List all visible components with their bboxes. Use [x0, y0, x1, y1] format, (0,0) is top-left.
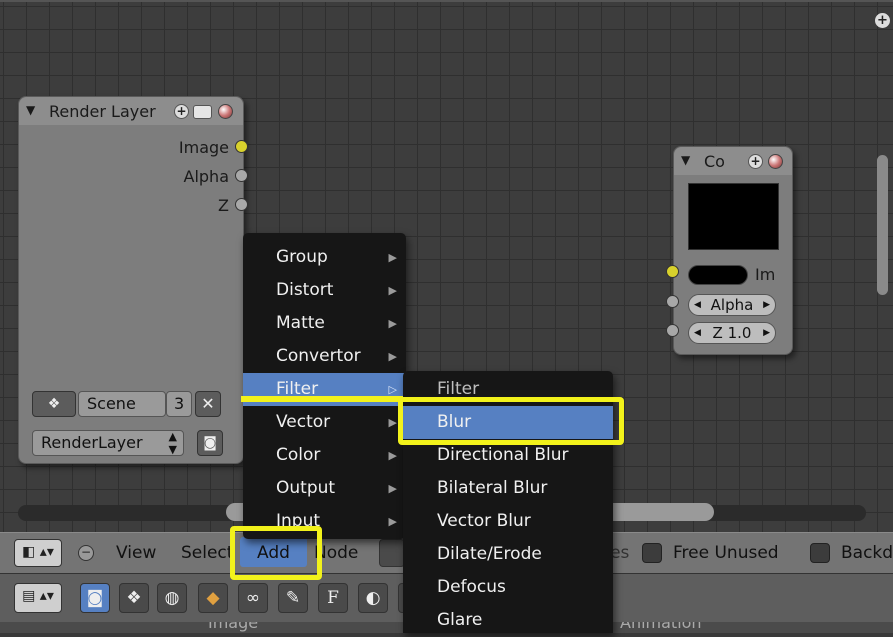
- editor-type-button[interactable]: ▤ ▴▾: [14, 583, 62, 613]
- backdrop-label: Backd: [841, 543, 893, 563]
- node-title: Render Layer: [49, 102, 156, 121]
- node-tree-type-icon[interactable]: [379, 539, 405, 567]
- material-ball-icon[interactable]: [218, 104, 233, 119]
- render-layers-icon[interactable]: ❖: [119, 583, 149, 613]
- unlink-x-icon[interactable]: ✕: [195, 391, 221, 417]
- z-input-socket[interactable]: [666, 324, 679, 337]
- material-ball-icon[interactable]: [768, 154, 783, 169]
- z-output-socket[interactable]: [235, 198, 248, 211]
- menu-item-vector[interactable]: Vector ▶: [243, 406, 406, 439]
- menu-item-bilateral-blur[interactable]: Bilateral Blur: [403, 472, 613, 505]
- menu-item-label: Distort: [276, 280, 334, 300]
- menu-item-label: Output: [276, 478, 336, 498]
- submenu-arrow-icon: ▶: [388, 350, 397, 363]
- render-layer-select-value: RenderLayer: [41, 433, 143, 452]
- add-plus-icon[interactable]: +: [174, 104, 189, 119]
- menu-item-label: Vector Blur: [437, 511, 531, 531]
- updown-chevron-icon: ▲ ▼: [168, 430, 177, 456]
- region-expand-plus-icon[interactable]: +: [875, 13, 890, 28]
- menu-item-label: Convertor: [276, 346, 361, 366]
- z-input-value: Z 1.0: [712, 324, 752, 342]
- submenu-arrow-icon: ▶: [388, 416, 397, 429]
- image-input-color[interactable]: [688, 265, 748, 285]
- alpha-output-socket[interactable]: [235, 169, 248, 182]
- world-globe-icon[interactable]: ◍: [157, 583, 187, 613]
- left-arrow-icon: ◀: [694, 300, 701, 310]
- free-unused-label: Free Unused: [673, 543, 779, 563]
- submenu-arrow-icon: ▶: [388, 482, 397, 495]
- menu-item-label: Vector: [276, 412, 331, 432]
- strip-animation-label: Animation: [620, 622, 702, 632]
- submenu-arrow-icon: ▶: [388, 284, 397, 297]
- menu-item-glare[interactable]: Glare: [403, 604, 613, 637]
- menu-item-output[interactable]: Output ▶: [243, 472, 406, 505]
- left-arrow-icon: ◀: [694, 328, 701, 338]
- menu-item-label: Glare: [437, 610, 483, 630]
- render-camera-icon[interactable]: ◙: [197, 430, 223, 456]
- menu-item-dilate-erode[interactable]: Dilate/Erode: [403, 538, 613, 571]
- scene-field[interactable]: Scene: [78, 391, 166, 417]
- alpha-input-field[interactable]: ◀ Alpha ▶: [688, 294, 776, 316]
- collapse-menus-icon[interactable]: −: [78, 545, 94, 561]
- alpha-input-socket[interactable]: [666, 295, 679, 308]
- composite-preview: [688, 183, 779, 250]
- modifier-wrench-icon[interactable]: ✎: [278, 583, 308, 613]
- menu-item-group[interactable]: Group ▶: [243, 241, 406, 274]
- add-highlight-box: [230, 526, 322, 580]
- menu-item-label: Color: [276, 445, 321, 465]
- submenu-arrow-icon: ▶: [388, 449, 397, 462]
- image-input-socket[interactable]: [666, 265, 679, 278]
- menu-item-matte[interactable]: Matte ▶: [243, 307, 406, 340]
- render-camera-icon[interactable]: ◙: [80, 583, 110, 613]
- render-layer-node[interactable]: ▼ Render Layer + Image Alpha Z ❖ Scene 3…: [18, 96, 244, 464]
- right-arrow-icon: ▶: [763, 300, 770, 310]
- submenu-arrow-icon: ▶: [388, 515, 397, 528]
- composite-node[interactable]: ▼ Co + Im ◀ Alpha ▶ ◀ Z 1.0 ▶: [673, 146, 793, 355]
- blur-highlight-box: [398, 397, 624, 445]
- image-output-socket[interactable]: [235, 140, 248, 153]
- submenu-arrow-icon: ▶: [388, 251, 397, 264]
- scene-type-icon[interactable]: ❖: [32, 391, 76, 417]
- right-arrow-icon: ▶: [763, 328, 770, 338]
- output-label-alpha: Alpha: [183, 167, 230, 186]
- vertical-scrollbar[interactable]: [877, 155, 888, 295]
- collapse-triangle-icon[interactable]: ▼: [681, 153, 690, 167]
- free-unused-checkbox[interactable]: [642, 543, 662, 563]
- menu-item-vector-blur[interactable]: Vector Blur: [403, 505, 613, 538]
- add-menu-popup: Group ▶ Distort ▶ Matte ▶ Convertor ▶ Fi…: [243, 233, 406, 539]
- scene-users-count: 3: [166, 391, 192, 417]
- select-menu[interactable]: Select: [181, 543, 233, 563]
- menu-item-color[interactable]: Color ▶: [243, 439, 406, 472]
- alpha-input-value: Alpha: [710, 296, 754, 314]
- menu-item-label: Matte: [276, 313, 325, 333]
- constraints-link-icon[interactable]: ∞: [238, 583, 268, 613]
- preview-toggle-icon[interactable]: [193, 105, 212, 119]
- menu-item-label: Group: [276, 247, 328, 267]
- render-layer-select[interactable]: RenderLayer ▲ ▼: [32, 430, 184, 456]
- collapse-triangle-icon[interactable]: ▼: [26, 103, 35, 117]
- z-input-field[interactable]: ◀ Z 1.0 ▶: [688, 322, 776, 344]
- menu-item-distort[interactable]: Distort ▶: [243, 274, 406, 307]
- output-label-image: Image: [178, 138, 229, 157]
- view-menu[interactable]: View: [116, 543, 156, 563]
- menu-item-defocus[interactable]: Defocus: [403, 571, 613, 604]
- image-input-label: Im: [755, 265, 776, 284]
- backdrop-checkbox[interactable]: [810, 543, 830, 563]
- object-data-f-icon[interactable]: F: [318, 583, 348, 613]
- menu-item-label: Dilate/Erode: [437, 544, 542, 564]
- output-label-z: Z: [218, 196, 229, 215]
- submenu-arrow-icon: ▶: [388, 317, 397, 330]
- strip-image-label: Image: [208, 622, 259, 632]
- editor-type-button[interactable]: ◧ ▴▾: [14, 539, 62, 567]
- add-plus-icon[interactable]: +: [748, 154, 763, 169]
- object-cube-icon[interactable]: ◆: [198, 583, 228, 613]
- material-ball-icon[interactable]: ◐: [358, 583, 388, 613]
- menu-item-label: Defocus: [437, 577, 506, 597]
- menu-item-label: Bilateral Blur: [437, 478, 548, 498]
- node-title: Co: [704, 152, 725, 171]
- filter-highlight-line: [241, 396, 403, 402]
- menu-item-convertor[interactable]: Convertor ▶: [243, 340, 406, 373]
